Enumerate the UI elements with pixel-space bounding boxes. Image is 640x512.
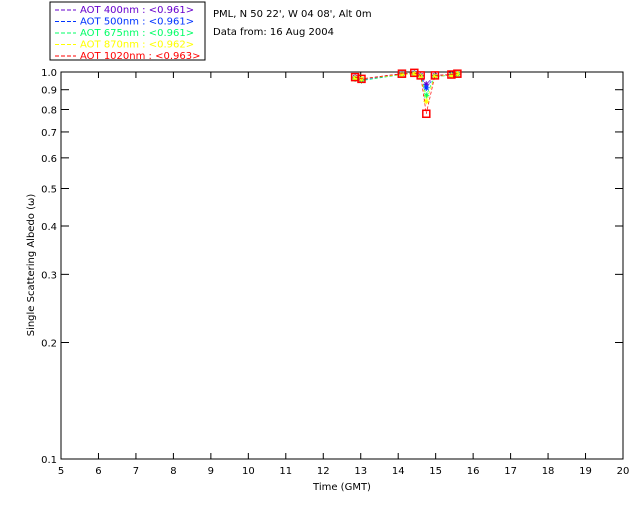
x-tick-label: 13: [354, 466, 367, 477]
y-tick-label: 0.4: [41, 222, 57, 233]
x-tick-label: 15: [429, 466, 442, 477]
x-tick-label: 8: [170, 466, 176, 477]
x-tick-label: 14: [392, 466, 405, 477]
legend-entry: AOT 400nm : <0.961>: [80, 5, 194, 16]
y-tick-label: 0.8: [41, 106, 57, 117]
x-tick-label: 18: [542, 466, 555, 477]
data-point: [423, 92, 430, 99]
x-tick-label: 16: [467, 466, 480, 477]
x-tick-label: 20: [617, 466, 630, 477]
y-tick-label: 0.3: [41, 270, 57, 281]
x-tick-label: 7: [133, 466, 139, 477]
x-tick-label: 10: [242, 466, 255, 477]
legend-entry: AOT 1020nm : <0.963>: [80, 51, 200, 62]
legend-entry: AOT 870nm : <0.962>: [80, 40, 194, 51]
y-tick-label: 0.2: [41, 339, 57, 350]
x-tick-label: 6: [95, 466, 101, 477]
y-tick-label: 0.7: [41, 128, 57, 139]
date-label: Data from: 16 Aug 2004: [213, 27, 334, 38]
legend-entry: AOT 500nm : <0.961>: [80, 17, 194, 28]
y-tick-label: 0.1: [41, 455, 57, 466]
legend-entry: AOT 675nm : <0.961>: [80, 28, 194, 39]
chart: AOT 400nm : <0.961>AOT 500nm : <0.961>AO…: [26, 1, 630, 493]
plot-area: [60, 71, 624, 460]
x-axis-label: Time (GMT): [312, 482, 371, 493]
x-tick-label: 5: [58, 466, 64, 477]
x-tick-label: 19: [579, 466, 592, 477]
site-label: PML, N 50 22', W 04 08', Alt 0m: [213, 9, 372, 20]
x-tick-label: 17: [504, 466, 517, 477]
series-line: [355, 73, 458, 97]
x-tick-label: 12: [317, 466, 330, 477]
y-axis-label: Single Scattering Albedo (ω): [26, 194, 37, 337]
y-tick-label: 1.0: [41, 68, 57, 79]
x-tick-label: 9: [208, 466, 214, 477]
y-tick-label: 0.9: [41, 86, 57, 97]
y-tick-label: 0.6: [41, 154, 57, 165]
x-tick-label: 11: [279, 466, 292, 477]
y-tick-label: 0.5: [41, 184, 57, 195]
